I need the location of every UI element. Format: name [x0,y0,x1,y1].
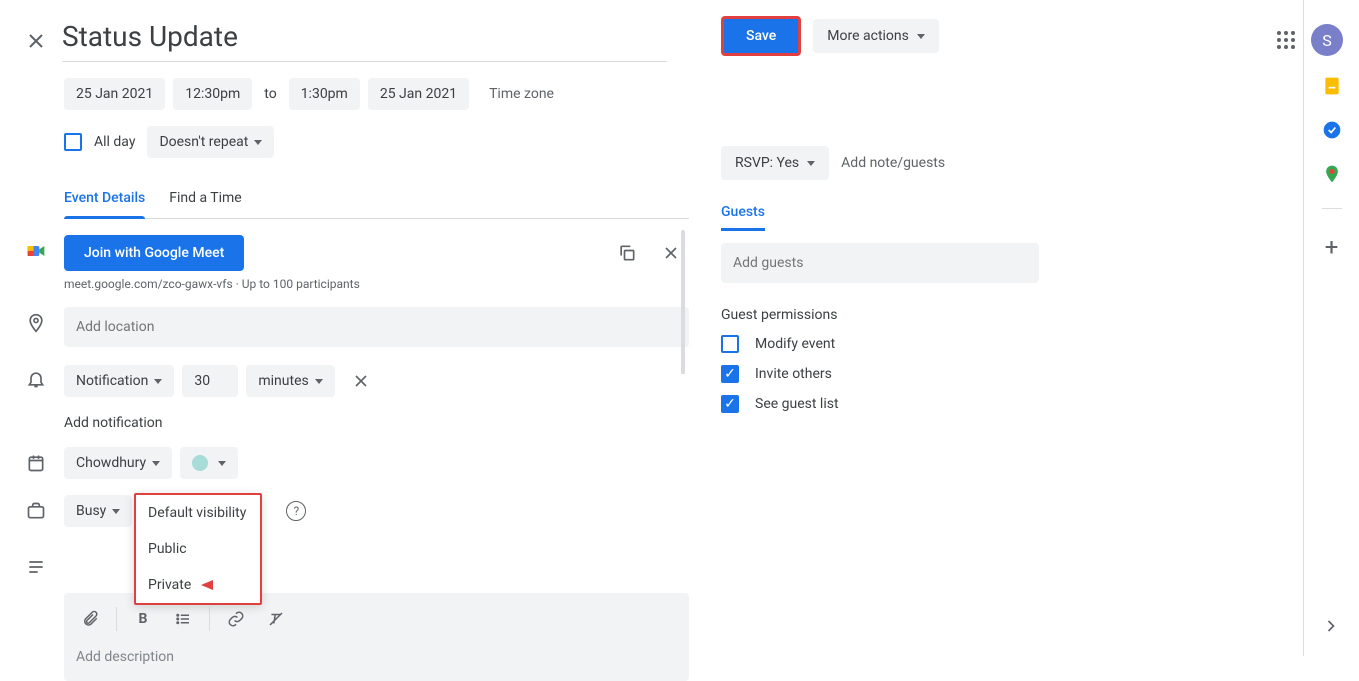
collapse-panel-icon[interactable] [1321,616,1341,640]
availability-dropdown[interactable]: Busy [64,495,132,527]
bold-icon[interactable]: B [125,601,161,637]
notification-type-dropdown[interactable]: Notification [64,365,174,397]
invite-others-label: Invite others [755,366,832,382]
meet-url-label: meet.google.com/zco-gawx-vfs · Up to 100… [64,277,689,291]
invite-others-checkbox[interactable] [721,365,739,383]
chevron-down-icon [917,34,925,39]
bulleted-list-icon[interactable] [165,601,201,637]
help-icon[interactable]: ? [286,501,306,521]
description-icon [24,557,48,577]
attach-icon[interactable] [72,601,108,637]
tab-event-details[interactable]: Event Details [64,182,145,218]
link-icon[interactable] [218,601,254,637]
chevron-down-icon [218,461,226,466]
apps-grid-icon[interactable] [1277,31,1295,49]
color-swatch [192,455,208,471]
scrollbar[interactable] [681,230,685,590]
notification-value-input[interactable] [182,365,238,397]
clear-format-icon[interactable] [258,601,294,637]
notification-unit-dropdown[interactable]: minutes [246,365,334,397]
guest-permissions-title: Guest permissions [721,307,1039,323]
chevron-down-icon [254,140,262,145]
location-icon [24,313,48,333]
visibility-dropdown-menu: Default visibility Public Private [134,493,262,605]
end-date-chip[interactable]: 25 Jan 2021 [368,78,469,110]
copy-icon[interactable] [609,235,645,271]
visibility-option-default[interactable]: Default visibility [136,495,260,531]
description-toolbar: B Add description [64,593,689,681]
tab-guests[interactable]: Guests [721,204,765,231]
timezone-link[interactable]: Time zone [489,86,554,102]
side-panel: + [1303,0,1359,656]
red-arrow-icon [201,580,213,590]
add-notification-link[interactable]: Add notification [64,415,689,431]
allday-label: All day [94,134,135,150]
maps-icon[interactable] [1322,164,1342,184]
tab-find-time[interactable]: Find a Time [169,182,242,218]
start-date-chip[interactable]: 25 Jan 2021 [64,78,165,110]
keep-icon[interactable] [1322,76,1342,96]
see-guest-list-label: See guest list [755,396,839,412]
modify-event-label: Modify event [755,336,835,352]
calendar-owner-dropdown[interactable]: Chowdhury [64,447,172,479]
chevron-down-icon [112,509,120,514]
to-label: to [260,86,280,102]
meet-icon [24,241,48,261]
chevron-down-icon [315,379,323,384]
visibility-option-private[interactable]: Private [136,567,260,603]
event-title-input[interactable] [62,16,667,62]
modify-event-checkbox[interactable] [721,335,739,353]
join-meet-button[interactable]: Join with Google Meet [64,235,244,271]
event-color-dropdown[interactable] [180,447,238,479]
rsvp-dropdown[interactable]: RSVP: Yes [721,146,829,180]
notification-icon [24,369,48,389]
location-input[interactable] [64,307,689,347]
chevron-down-icon [807,161,815,166]
save-button[interactable]: Save [721,16,801,56]
allday-checkbox[interactable] [64,133,82,151]
start-time-chip[interactable]: 12:30pm [173,78,252,110]
visibility-option-public[interactable]: Public [136,531,260,567]
add-addon-icon[interactable]: + [1325,233,1339,261]
add-guests-input[interactable] [721,243,1039,283]
add-note-guests-link[interactable]: Add note/guests [841,155,945,171]
close-icon[interactable] [24,29,44,49]
chevron-down-icon [154,379,162,384]
description-placeholder[interactable]: Add description [72,641,681,673]
tasks-icon[interactable] [1322,120,1342,140]
see-guest-list-checkbox[interactable] [721,395,739,413]
chevron-down-icon [152,461,160,466]
briefcase-icon [24,501,48,521]
account-avatar[interactable]: S [1311,24,1343,56]
calendar-icon [24,453,48,473]
recurrence-dropdown[interactable]: Doesn't repeat [147,126,274,158]
more-actions-dropdown[interactable]: More actions [813,19,939,53]
end-time-chip[interactable]: 1:30pm [289,78,360,110]
remove-notification-icon[interactable] [343,363,379,399]
